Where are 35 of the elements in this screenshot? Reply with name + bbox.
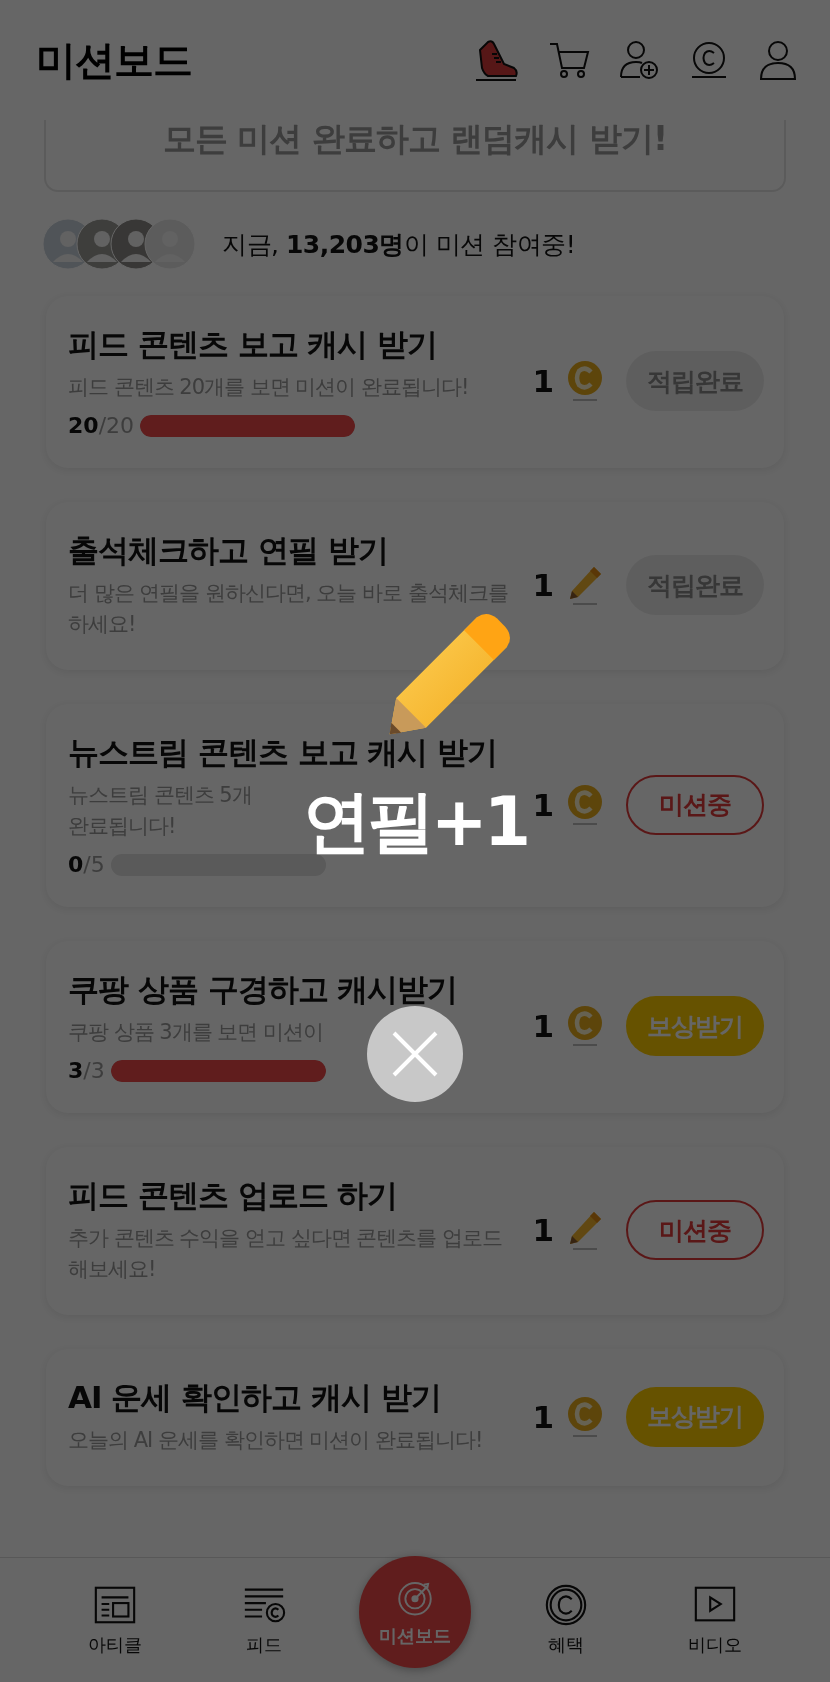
pencil-icon (388, 612, 512, 736)
sneaker-icon[interactable] (474, 38, 520, 82)
coin-icon (566, 360, 604, 402)
profile-icon[interactable] (758, 39, 798, 81)
cart-icon[interactable] (548, 40, 590, 80)
mission-title: 뉴스트림 콘텐츠 보고 캐시 받기 (68, 733, 499, 772)
mission-status-button[interactable]: 미션중 (626, 774, 764, 835)
nav-tab[interactable]: 비디오 (660, 1583, 771, 1657)
mission-status-button[interactable]: 미션중 (626, 1200, 764, 1260)
nav-tab[interactable]: 아티클 (59, 1583, 170, 1657)
mission-status-button[interactable]: 보상받기 (626, 1386, 764, 1447)
reward-amount: 1 (532, 567, 554, 603)
nav-tab[interactable]: 혜택 (510, 1583, 621, 1657)
mission-title: AI 운세 확인하고 캐시 받기 (68, 1378, 442, 1417)
mission-title: 출석체크하고 연필 받기 (68, 531, 389, 570)
mission-title: 피드 콘텐츠 보고 캐시 받기 (68, 325, 439, 364)
coin-icon (566, 783, 604, 826)
reward-amount: 1 (532, 1212, 554, 1248)
nav-tab[interactable]: 피드 (209, 1583, 320, 1657)
reward-amount: 1 (532, 363, 554, 399)
coin-icon (566, 1005, 604, 1047)
reward-amount: 1 (532, 1398, 554, 1435)
reward-message: 연필+1 (302, 788, 528, 856)
mission-title: 피드 콘텐츠 업로드 하기 (68, 1176, 399, 1215)
add-friend-icon[interactable] (618, 39, 660, 81)
reward-amount: 1 (532, 1008, 554, 1044)
nav-tab[interactable]: 미션보드 (359, 1556, 471, 1668)
coin-icon (566, 1395, 604, 1438)
page-title: 미션보드 (36, 35, 192, 85)
avatar-icon (144, 218, 196, 270)
reward-amount: 1 (532, 786, 554, 823)
mission-status-button[interactable]: 보상받기 (626, 996, 764, 1056)
close-icon (392, 1031, 438, 1077)
mission-title: 쿠팡 상품 구경하고 캐시받기 (68, 970, 459, 1009)
participant-count: 지금, 13,203명이 미션 참여중! (222, 228, 576, 261)
